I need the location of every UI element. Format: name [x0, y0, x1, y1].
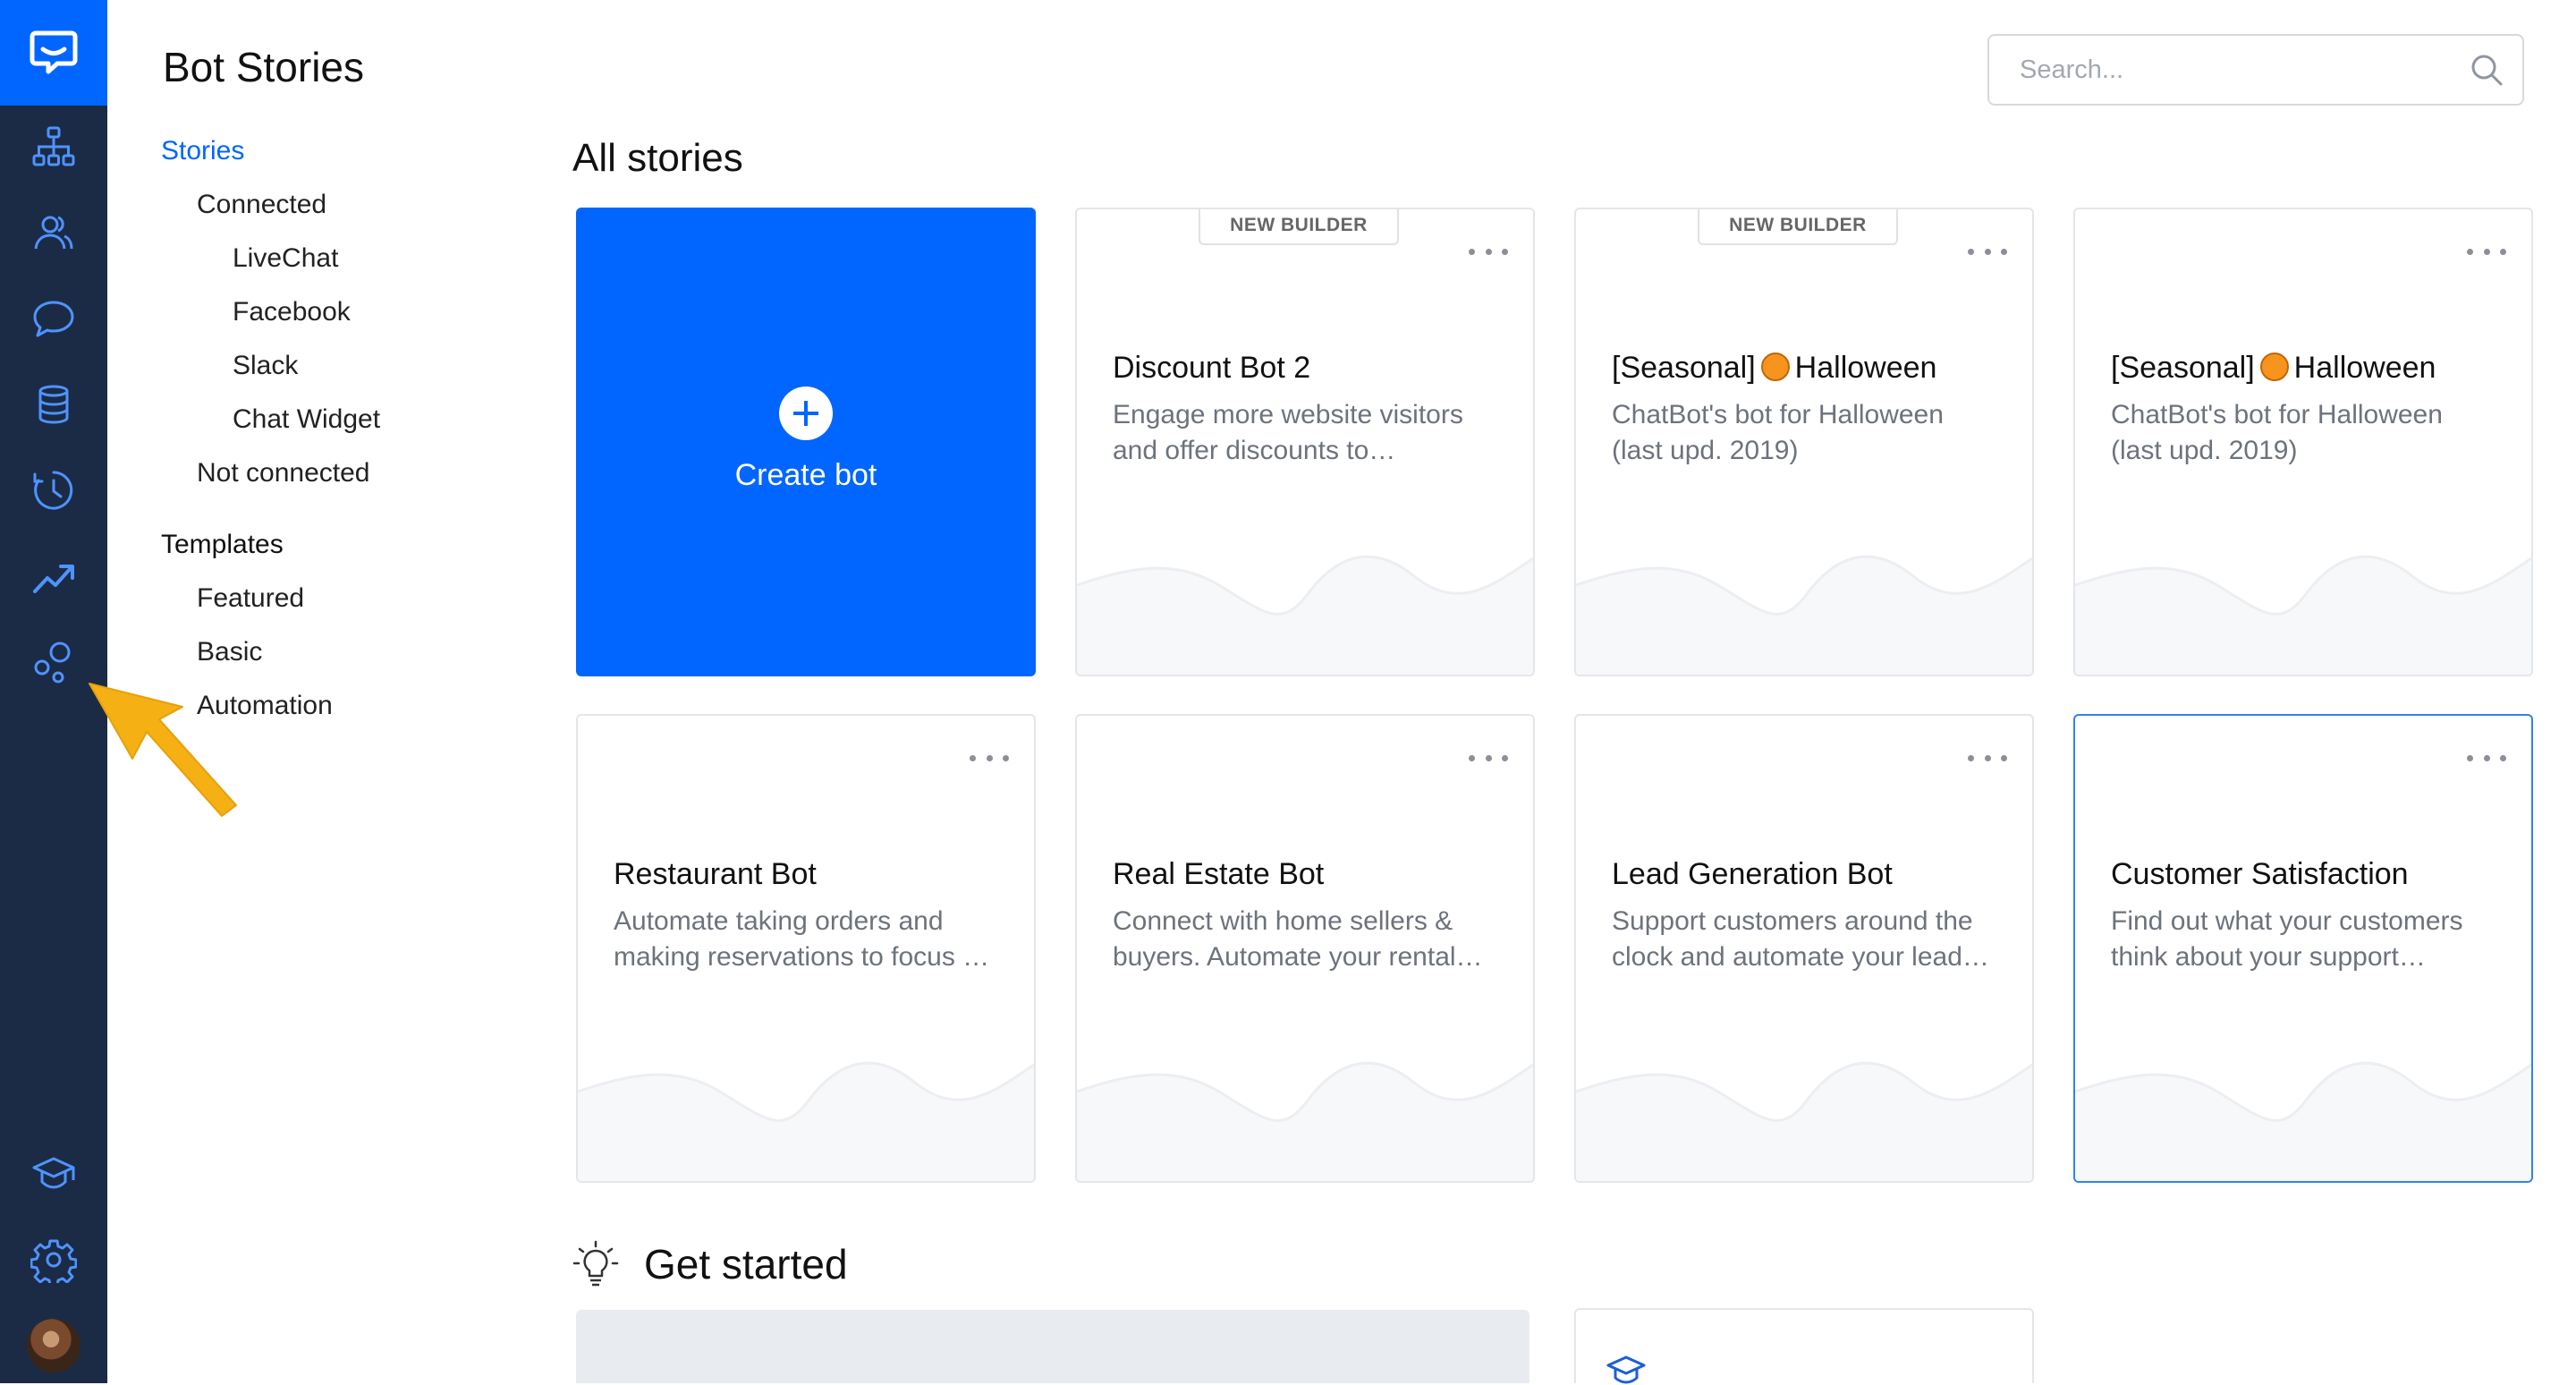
get-started-video-card[interactable]: [576, 1310, 1530, 1383]
card-description: Support customers around the clock and a…: [1612, 906, 1989, 972]
all-stories-title: All stories: [572, 136, 743, 180]
story-card-real-estate-bot[interactable]: Real Estate Bot Connect with home seller…: [1075, 714, 1535, 1183]
card-title: Discount Bot 2: [1113, 351, 1311, 385]
wave-decoration: [1576, 1061, 2032, 1181]
create-bot-label: Create bot: [734, 458, 877, 492]
pumpkin-icon: [1760, 353, 1790, 381]
nav-not-connected[interactable]: Not connected: [197, 458, 369, 489]
integrations-icon[interactable]: [27, 635, 80, 689]
annotation-arrow-icon: [89, 683, 237, 817]
card-description: ChatBot's bot for Halloween (last upd. 2…: [2111, 400, 2443, 465]
new-builder-badge: NEW BUILDER: [1698, 209, 1898, 245]
card-title-prefix: [Seasonal]: [1612, 351, 1756, 385]
search-box: [1987, 34, 2524, 106]
story-card-restaurant-bot[interactable]: Restaurant Bot Automate taking orders an…: [576, 714, 1036, 1183]
history-clock-icon[interactable]: [27, 463, 80, 517]
card-description: Automate taking orders and making reserv…: [614, 906, 990, 972]
new-builder-badge: NEW BUILDER: [1199, 209, 1399, 245]
story-card-lead-generation-bot[interactable]: Lead Generation Bot Support customers ar…: [1574, 714, 2034, 1183]
pumpkin-icon: [2259, 353, 2289, 381]
more-options-icon[interactable]: [2467, 240, 2506, 263]
card-title-suffix: Halloween: [1794, 351, 1937, 385]
wave-decoration: [1077, 1061, 1533, 1181]
academy-cap-icon: [1606, 1355, 1646, 1384]
plus-icon: [779, 387, 833, 440]
get-started-academy-card[interactable]: [1574, 1308, 2034, 1384]
reports-trend-icon[interactable]: [27, 549, 80, 603]
more-options-icon[interactable]: [970, 746, 1009, 769]
wave-decoration: [1576, 555, 2032, 675]
story-card-customer-satisfaction[interactable]: Customer Satisfaction Find out what your…: [2073, 714, 2533, 1183]
chat-bubble-icon[interactable]: [27, 292, 80, 345]
card-description: Engage more website visitors and offer d…: [1113, 400, 1463, 465]
search-icon[interactable]: [2469, 52, 2504, 88]
card-title-prefix: [Seasonal]: [2111, 351, 2255, 385]
card-title: Real Estate Bot: [1113, 857, 1325, 891]
get-started-title: Get started: [644, 1241, 848, 1287]
nav-livechat[interactable]: LiveChat: [233, 243, 338, 274]
nav-connected[interactable]: Connected: [197, 190, 326, 220]
nav-slack[interactable]: Slack: [233, 351, 298, 381]
search-input[interactable]: [1989, 36, 2454, 104]
story-card-seasonal-halloween-new[interactable]: NEW BUILDER [Seasonal] Halloween ChatBot'…: [1574, 208, 2034, 676]
wave-decoration: [2075, 1061, 2531, 1181]
more-options-icon[interactable]: [1968, 746, 2007, 769]
story-card-seasonal-halloween[interactable]: [Seasonal] Halloween ChatBot's bot for Ha…: [2073, 208, 2533, 676]
card-description: ChatBot's bot for Halloween (last upd. 2…: [1612, 400, 1944, 465]
stories-tree-icon[interactable]: [27, 120, 80, 174]
more-options-icon[interactable]: [1469, 746, 1508, 769]
nav-basic[interactable]: Basic: [197, 637, 262, 667]
nav-facebook[interactable]: Facebook: [233, 297, 351, 327]
card-title: Customer Satisfaction: [2111, 857, 2409, 891]
more-options-icon[interactable]: [2467, 746, 2506, 769]
nav-stories[interactable]: Stories: [161, 136, 244, 166]
user-avatar[interactable]: [27, 1319, 80, 1372]
chatbot-logo-icon[interactable]: [0, 0, 107, 106]
lightbulb-icon: [572, 1240, 619, 1287]
wave-decoration: [2075, 555, 2531, 675]
card-title: Lead Generation Bot: [1612, 857, 1893, 891]
nav-featured[interactable]: Featured: [197, 583, 304, 614]
more-options-icon[interactable]: [1469, 240, 1508, 263]
page-title: Bot Stories: [163, 44, 364, 90]
wave-decoration: [1077, 555, 1533, 675]
more-options-icon[interactable]: [1968, 240, 2007, 263]
story-card-discount-bot-2[interactable]: NEW BUILDER Discount Bot 2 Engage more w…: [1075, 208, 1535, 676]
card-title: Restaurant Bot: [614, 857, 817, 891]
wave-decoration: [578, 1061, 1034, 1181]
card-description: Find out what your customers think about…: [2111, 906, 2463, 972]
card-title-suffix: Halloween: [2293, 351, 2436, 385]
academy-cap-icon[interactable]: [27, 1147, 80, 1201]
create-bot-card[interactable]: Create bot: [576, 208, 1036, 676]
nav-chat-widget[interactable]: Chat Widget: [233, 404, 380, 435]
card-title: [Seasonal] Halloween: [1612, 351, 2005, 386]
users-icon[interactable]: [27, 206, 80, 259]
database-icon[interactable]: [27, 378, 80, 431]
nav-templates[interactable]: Templates: [161, 530, 284, 560]
card-title: [Seasonal] Halloween: [2111, 351, 2504, 386]
settings-gear-icon[interactable]: [27, 1233, 80, 1287]
card-description: Connect with home sellers & buyers. Auto…: [1113, 906, 1483, 972]
